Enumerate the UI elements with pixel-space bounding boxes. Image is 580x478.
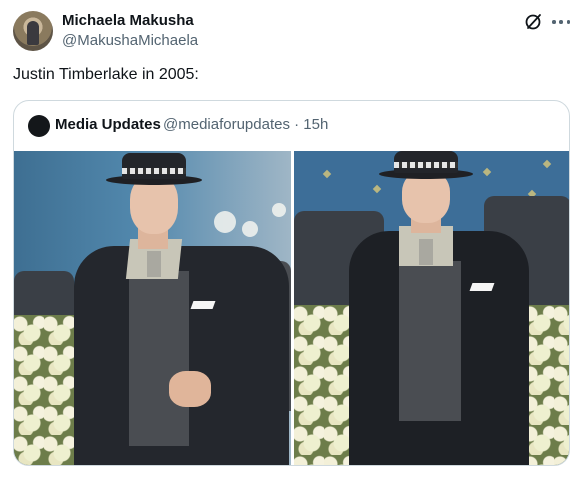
author-avatar[interactable] (13, 11, 53, 51)
quoted-photo-left[interactable] (14, 151, 291, 465)
quoted-author-avatar[interactable] (28, 115, 50, 137)
quoted-author-meta: @mediaforupdates · 15h (163, 116, 329, 133)
quoted-author-name: Media Updates (55, 116, 161, 133)
more-icon[interactable] (552, 12, 570, 32)
author-name[interactable]: Michaela Makusha (62, 12, 194, 29)
quoted-tweet[interactable]: Media Updates @mediaforupdates · 15h (13, 100, 570, 466)
tweet-text: Justin Timberlake in 2005: (13, 66, 199, 83)
author-handle[interactable]: @MakushaMichaela (62, 32, 198, 49)
quoted-photo-right[interactable] (294, 151, 569, 465)
grok-icon[interactable] (524, 12, 544, 32)
